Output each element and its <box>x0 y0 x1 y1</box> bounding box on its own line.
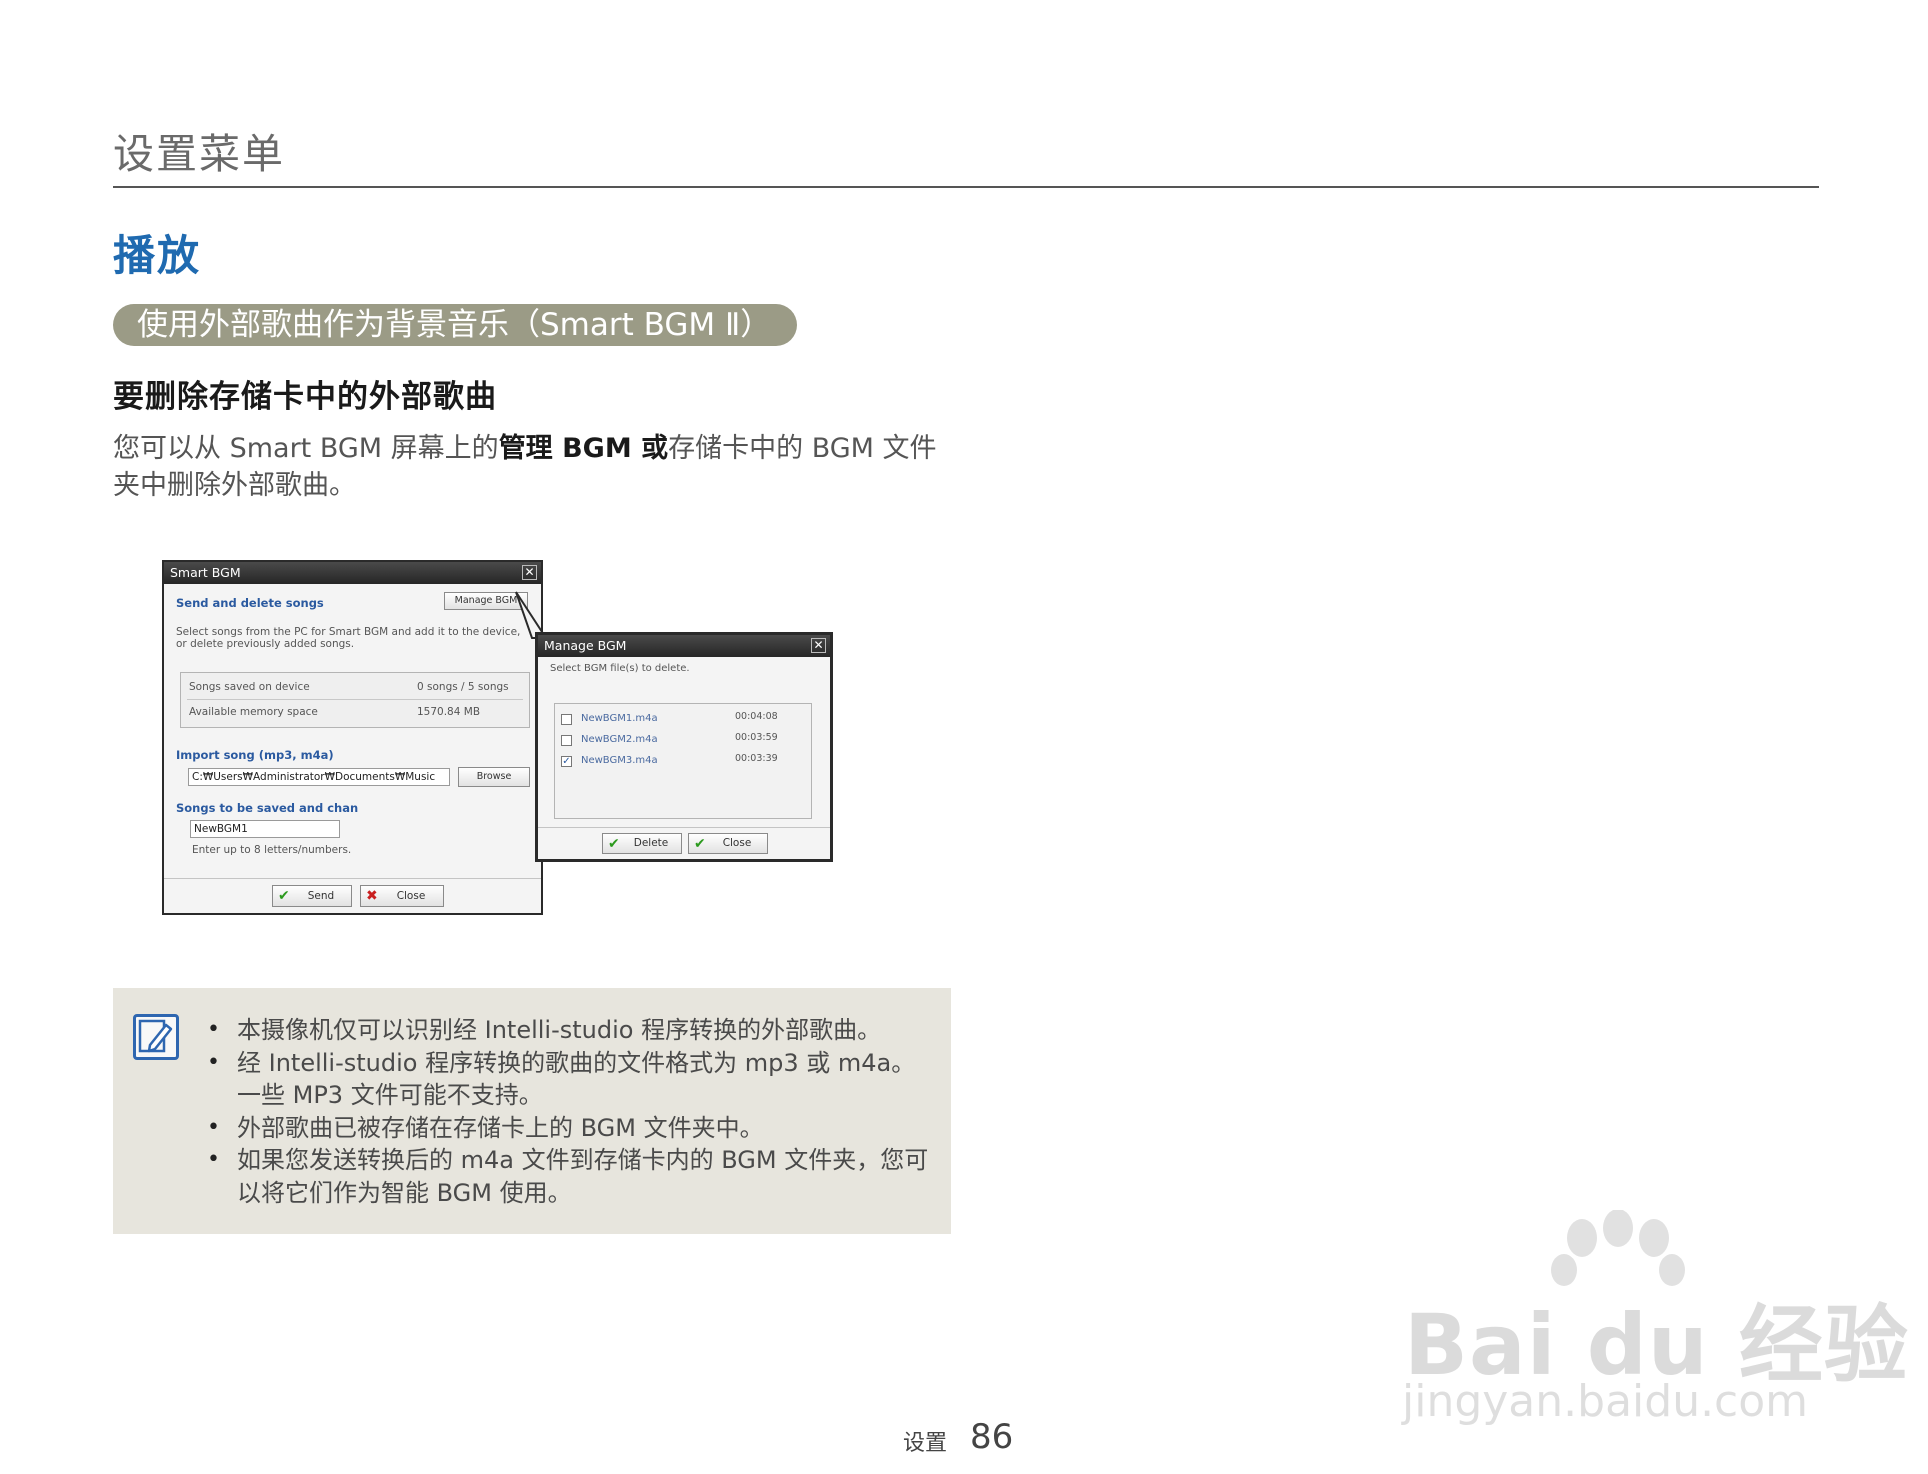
smart-bgm-titlebar: Smart BGM ✕ <box>164 562 541 584</box>
file-duration: 00:04:08 <box>735 711 778 722</box>
smart-bgm-title: Smart BGM <box>170 565 241 580</box>
name-hint: Enter up to 8 letters/numbers. <box>192 844 352 856</box>
file-checkbox[interactable] <box>561 735 572 746</box>
file-row[interactable]: NewBGM1.m4a 00:04:08 <box>555 708 811 728</box>
subheading: 要删除存储卡中的外部歌曲 <box>113 379 497 415</box>
delete-instruction: Select BGM file(s) to delete. <box>550 663 690 674</box>
smart-bgm-close-x[interactable]: ✕ <box>522 565 537 580</box>
bgm-file-list: NewBGM1.m4a 00:04:08 NewBGM2.m4a 00:03:5… <box>554 703 812 819</box>
import-path-field[interactable]: C:₩Users₩Administrator₩Documents₩Music <box>188 768 450 786</box>
file-name: NewBGM1.m4a <box>581 713 658 724</box>
delete-button-label: Delete <box>633 837 669 849</box>
note-item: 经 Intelli-studio 程序转换的歌曲的文件格式为 mp3 或 m4a… <box>207 1047 937 1112</box>
send-button-label: Send <box>307 890 335 902</box>
paragraph-bold: 管理 BGM 或 <box>498 433 669 464</box>
stat-value: 0 songs / 5 songs <box>417 681 509 693</box>
file-name: NewBGM3.m4a <box>581 755 658 766</box>
header-divider <box>113 186 1819 188</box>
song-name-field[interactable]: NewBGM1 <box>190 820 340 838</box>
x-icon: ✖ <box>366 888 378 904</box>
footer-label: 设置 <box>903 1431 948 1456</box>
file-checkbox-checked[interactable]: ✓ <box>561 756 572 767</box>
manage-bgm-close-x[interactable]: ✕ <box>811 638 826 653</box>
manage-bgm-titlebar: Manage BGM ✕ <box>538 635 830 657</box>
footer-divider <box>164 878 541 879</box>
file-name: NewBGM2.m4a <box>581 734 658 745</box>
watermark-line2: jingyan.baidu.com <box>1402 1376 1809 1427</box>
manage-bgm-dialog: Manage BGM ✕ Select BGM file(s) to delet… <box>535 632 833 862</box>
file-row[interactable]: ✓ NewBGM3.m4a 00:03:39 <box>555 750 811 770</box>
page-heading: 播放 <box>113 231 202 280</box>
baidu-watermark: Bai du 经验 jingyan.baidu.com <box>1392 1209 1908 1430</box>
page-number: 86 <box>970 1417 1014 1457</box>
stat-label: Available memory space <box>189 706 318 718</box>
browse-button[interactable]: Browse <box>458 767 530 787</box>
topic-pill: 使用外部歌曲作为背景音乐（Smart BGM Ⅱ） <box>113 304 797 346</box>
send-button[interactable]: ✔ Send <box>272 885 352 907</box>
save-songs-label: Songs to be saved and chan <box>176 801 359 815</box>
paragraph-text-1: 您可以从 Smart BGM 屏幕上的 <box>113 433 499 464</box>
close-button-label: Close <box>396 890 426 902</box>
manage-bgm-button-label: Manage BGM <box>454 595 518 606</box>
stats-panel: Songs saved on device 0 songs / 5 songs … <box>180 672 530 728</box>
check-icon: ✔ <box>694 836 706 852</box>
file-duration: 00:03:59 <box>735 732 778 743</box>
close-button[interactable]: ✖ Close <box>360 885 444 907</box>
stats-divider <box>187 699 523 700</box>
file-row[interactable]: NewBGM2.m4a 00:03:59 <box>555 729 811 749</box>
note-item: 如果您发送转换后的 m4a 文件到存储卡内的 BGM 文件夹，您可以将它们作为智… <box>207 1144 937 1209</box>
pencil-icon <box>138 1019 173 1053</box>
manage-close-button-label: Close <box>722 837 752 849</box>
file-duration: 00:03:39 <box>735 753 778 764</box>
note-item: 外部歌曲已被存储在存储卡上的 BGM 文件夹中。 <box>207 1112 937 1145</box>
manage-bgm-title: Manage BGM <box>544 638 627 653</box>
section-title: 设置菜单 <box>113 130 285 178</box>
smart-bgm-dialog: Smart BGM ✕ Send and delete songs Manage… <box>162 560 543 915</box>
check-icon: ✔ <box>278 888 290 904</box>
stat-label: Songs saved on device <box>189 681 310 693</box>
note-pencil-icon <box>133 1014 179 1060</box>
browse-button-label: Browse <box>476 771 512 782</box>
note-list: 本摄像机仅可以识别经 Intelli-studio 程序转换的外部歌曲。 经 I… <box>207 1014 937 1209</box>
manage-footer-divider <box>538 827 830 828</box>
note-item: 本摄像机仅可以识别经 Intelli-studio 程序转换的外部歌曲。 <box>207 1014 937 1047</box>
send-delete-label: Send and delete songs <box>176 596 324 610</box>
intro-paragraph: 您可以从 Smart BGM 屏幕上的管理 BGM 或存储卡中的 BGM 文件夹… <box>113 430 943 504</box>
smart-bgm-description: Select songs from the PC for Smart BGM a… <box>176 626 521 650</box>
delete-button[interactable]: ✔ Delete <box>602 833 682 854</box>
note-box: 本摄像机仅可以识别经 Intelli-studio 程序转换的外部歌曲。 经 I… <box>113 988 951 1234</box>
import-song-label: Import song (mp3, m4a) <box>176 748 334 762</box>
check-icon: ✔ <box>608 836 620 852</box>
manage-close-button[interactable]: ✔ Close <box>688 833 768 854</box>
stat-value: 1570.84 MB <box>417 706 481 718</box>
file-checkbox[interactable] <box>561 714 572 725</box>
